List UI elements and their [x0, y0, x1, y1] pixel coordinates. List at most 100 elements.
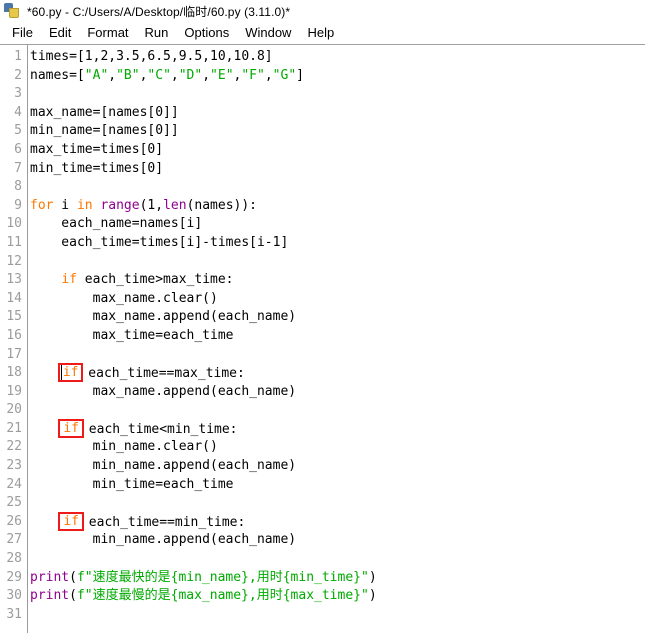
code-token: print: [30, 588, 70, 604]
code-token: (names)):: [186, 197, 258, 213]
line-number: 2: [14, 67, 22, 83]
line-content[interactable]: max_time=each_time: [24, 327, 234, 346]
code-token: print: [30, 569, 70, 585]
code-line: 18 if each_time==max_time:: [0, 363, 645, 384]
code-token: each_time==max_time:: [80, 366, 245, 382]
code-line: 3: [0, 85, 645, 104]
line-content[interactable]: times=[1,2,3.5,6.5,9.5,10,10.8]: [24, 48, 273, 67]
highlighted-if-keyword: if: [58, 418, 84, 438]
menu-item-edit[interactable]: Edit: [41, 24, 79, 42]
code-token: times=[1,2,3.5,6.5,9.5,10,10.8]: [30, 49, 273, 64]
code-line: 9 for i in range(1,len(names)):: [0, 197, 645, 216]
code-token: min_name.clear(): [30, 439, 218, 455]
line-number: 4: [14, 104, 22, 120]
code-line: 14 max_name.clear(): [0, 290, 645, 309]
code-token: in: [76, 197, 93, 213]
code-area: 1 times=[1,2,3.5,6.5,9.5,10,10.8] 2 names=[…: [0, 48, 645, 624]
menu-item-run[interactable]: Run: [137, 24, 177, 42]
line-number: 29: [6, 569, 22, 585]
code-line: 4 max_name=[names[0]]: [0, 104, 645, 123]
code-token: for: [30, 197, 54, 213]
code-line: 20: [0, 401, 645, 420]
code-line: 31: [0, 606, 645, 625]
line-content[interactable]: for i in range(1,len(names)):: [24, 197, 257, 216]
line-number: 21: [6, 420, 22, 436]
code-line: 16 max_time=each_time: [0, 327, 645, 346]
code-token: f"速度最慢的是{max_name},用时{max_time}": [76, 588, 369, 604]
code-token: each_time<min_time:: [80, 421, 238, 437]
code-token: i: [53, 197, 77, 213]
line-number: 22: [6, 439, 22, 455]
line-content[interactable]: each_time=times[i]-times[i-1]: [24, 234, 288, 253]
code-line: 26 if each_time==min_time:: [0, 511, 645, 533]
code-token: (: [69, 569, 77, 585]
line-content[interactable]: if each_time>max_time:: [24, 271, 234, 290]
menu-item-help[interactable]: Help: [299, 24, 342, 42]
line-content[interactable]: max_name.append(each_name): [24, 383, 297, 402]
code-token: min_time=each_time: [30, 476, 234, 492]
code-token: "F": [241, 67, 265, 83]
code-line: 2 names=["A","B","C","D","E","F","G"]: [0, 67, 645, 86]
code-editor[interactable]: 1 times=[1,2,3.5,6.5,9.5,10,10.8] 2 names=[…: [0, 45, 645, 633]
code-token: if: [61, 272, 77, 288]
line-content[interactable]: min_name.append(each_name): [24, 531, 297, 550]
code-token: (1,: [139, 197, 164, 213]
line-content[interactable]: min_time=times[0]: [24, 160, 163, 179]
line-number: 30: [6, 588, 22, 604]
line-content[interactable]: if each_time<min_time:: [24, 418, 238, 440]
line-number: 15: [6, 309, 22, 325]
code-token: max_name=[names[0]]: [30, 104, 179, 120]
line-number: 24: [6, 476, 22, 492]
line-number: 17: [6, 346, 22, 362]
line-content[interactable]: min_name.clear(): [24, 438, 218, 457]
code-token: ]: [296, 67, 304, 83]
code-line: 24 min_time=each_time: [0, 476, 645, 495]
highlighted-if-keyword: if: [57, 363, 84, 383]
line-content[interactable]: if each_time==min_time:: [24, 511, 245, 533]
line-content[interactable]: min_name.append(each_name): [24, 457, 297, 476]
code-token: min_time=times[0]: [30, 160, 164, 176]
code-token: max_time=times[0]: [30, 141, 164, 157]
line-content[interactable]: if each_time==max_time:: [24, 363, 245, 384]
code-line: 30 print(f"速度最慢的是{max_name},用时{max_time}"…: [0, 587, 645, 606]
menubar: File Edit Format Run Options Window Help: [0, 22, 645, 45]
code-token: "B": [116, 67, 140, 83]
code-token: "C": [147, 67, 171, 83]
code-token: min_name=[names[0]]: [30, 123, 179, 139]
line-content[interactable]: max_name.clear(): [24, 290, 218, 309]
line-content[interactable]: names=["A","B","C","D","E","F","G"]: [24, 67, 304, 86]
code-token: max_name.append(each_name): [30, 309, 297, 325]
code-token: each_name=names[i]: [30, 216, 203, 232]
line-content[interactable]: print(f"速度最快的是{min_name},用时{min_time}"): [24, 569, 377, 588]
line-content[interactable]: min_name=[names[0]]: [24, 122, 179, 141]
line-content[interactable]: min_time=each_time: [24, 476, 234, 495]
line-number: 14: [6, 290, 22, 306]
menu-item-format[interactable]: Format: [79, 24, 136, 42]
code-line: 1 times=[1,2,3.5,6.5,9.5,10,10.8]: [0, 48, 645, 67]
code-token: ,: [170, 67, 179, 83]
code-line: 6 max_time=times[0]: [0, 141, 645, 160]
line-content[interactable]: max_name=[names[0]]: [24, 104, 179, 123]
highlighted-if-keyword: if: [58, 511, 84, 531]
line-content[interactable]: print(f"速度最慢的是{max_name},用时{max_time}"): [24, 587, 377, 606]
line-content[interactable]: max_time=times[0]: [24, 141, 163, 160]
line-number: 12: [6, 253, 22, 269]
code-token: each_time>max_time:: [76, 272, 234, 288]
code-token: (: [69, 588, 77, 604]
menu-item-window[interactable]: Window: [237, 24, 299, 42]
line-content[interactable]: each_name=names[i]: [24, 215, 202, 234]
code-line: 25: [0, 494, 645, 513]
line-number: 10: [6, 216, 22, 232]
code-line: 15 max_name.append(each_name): [0, 308, 645, 327]
line-content[interactable]: max_name.append(each_name): [24, 308, 297, 327]
code-line: 19 max_name.append(each_name): [0, 383, 645, 402]
line-number: 20: [6, 402, 22, 418]
code-token: min_name.append(each_name): [30, 458, 297, 474]
code-token: len: [163, 197, 187, 213]
menu-item-options[interactable]: Options: [176, 24, 237, 42]
menu-item-file[interactable]: File: [4, 24, 41, 42]
line-number: 7: [14, 160, 22, 176]
code-line: 13 if each_time>max_time:: [0, 271, 645, 290]
